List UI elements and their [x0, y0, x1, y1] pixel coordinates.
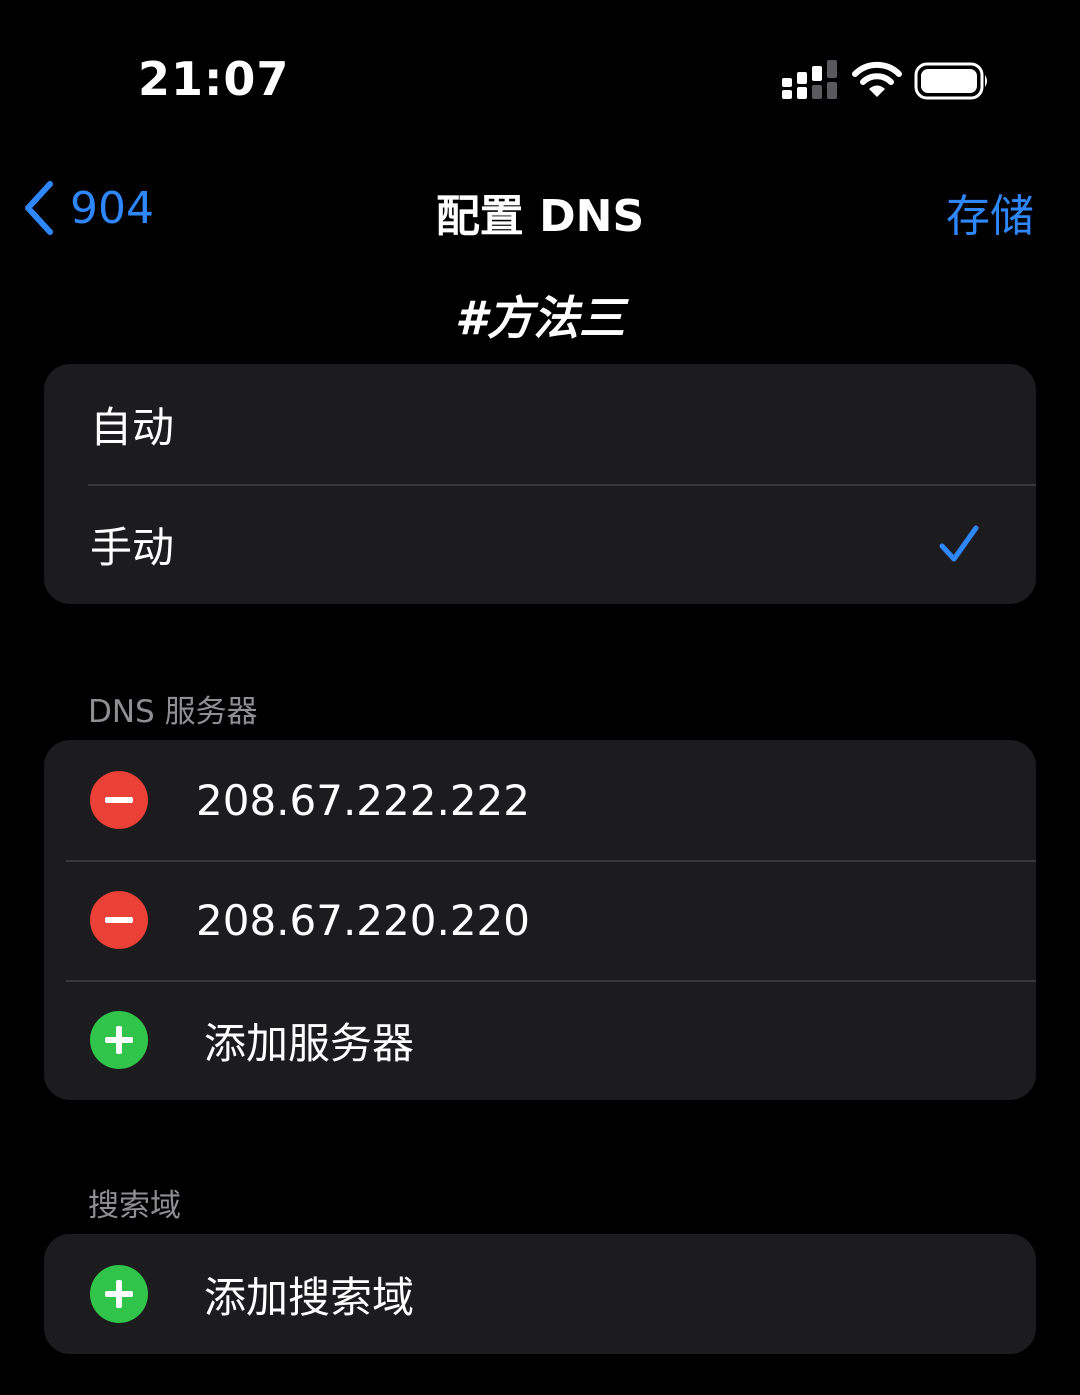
mode-option-manual[interactable]: 手动 — [44, 484, 1036, 604]
battery-icon — [914, 62, 987, 100]
add-server-row[interactable]: 添加服务器 — [44, 980, 1036, 1100]
save-button[interactable]: 存储 — [946, 180, 1034, 244]
mode-option-label: 自动 — [90, 402, 175, 452]
overlay-caption: #方法三 — [454, 291, 625, 345]
delete-server-button[interactable] — [90, 771, 148, 829]
add-server-label: 添加服务器 — [204, 1018, 415, 1068]
dns-server-row[interactable]: 208.67.220.220 — [44, 860, 1036, 980]
add-search-domain-row[interactable]: 添加搜索域 — [44, 1234, 1036, 1354]
add-search-domain-label: 添加搜索域 — [204, 1272, 415, 1322]
add-search-domain-button[interactable] — [90, 1265, 148, 1323]
page-title: 配置 DNS — [435, 191, 645, 242]
search-domains-group: 添加搜索域 — [44, 1234, 1036, 1354]
delete-server-button[interactable] — [90, 891, 148, 949]
dns-mode-group: 自动 手动 — [44, 364, 1036, 604]
section-header-search-domains: 搜索域 — [88, 1188, 181, 1224]
dns-servers-group: 208.67.222.222 208.67.220.220 添加服务器 — [44, 740, 1036, 1100]
dns-server-address[interactable]: 208.67.220.220 — [196, 896, 530, 945]
section-header-dns-servers: DNS 服务器 — [88, 694, 258, 730]
dns-server-row[interactable]: 208.67.222.222 — [44, 740, 1036, 860]
mode-option-label: 手动 — [90, 522, 175, 572]
wifi-icon — [852, 61, 902, 97]
dns-config-screen: 21:07 904 配置 DNS 存储 #方法三 自动 手动 DNS 服务器 2… — [0, 0, 1080, 1395]
add-server-button[interactable] — [90, 1011, 148, 1069]
checkmark-icon — [939, 525, 979, 562]
cellular-signal-icon — [782, 60, 837, 99]
mode-option-automatic[interactable]: 自动 — [44, 364, 1036, 484]
dns-server-address[interactable]: 208.67.222.222 — [196, 776, 530, 825]
status-time: 21:07 — [138, 52, 290, 106]
